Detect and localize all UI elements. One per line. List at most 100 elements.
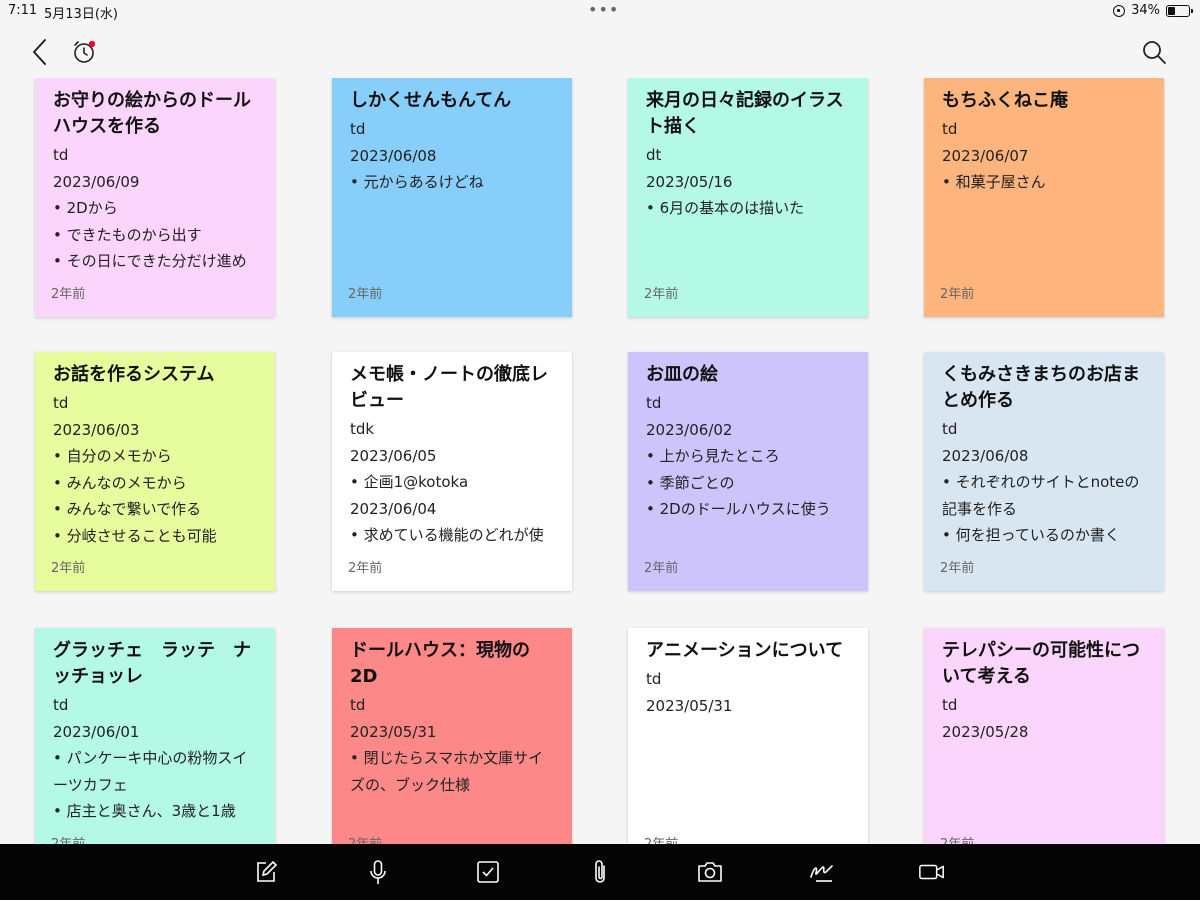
note-updated-ago: 2年前 [51, 287, 86, 302]
note-line: td [646, 670, 662, 688]
checklist-button[interactable] [474, 858, 502, 886]
note-updated-ago: 2年前 [940, 833, 974, 844]
handwriting-icon [810, 865, 833, 882]
notes-grid: お守りの絵からのドールハウスを作る td 2023/06/09 • 2Dから • できた… [0, 78, 1200, 844]
note-line: tdk [350, 420, 375, 438]
note-line: 2023/06/08 [942, 446, 1029, 465]
note-line: • みんなのメモから [53, 473, 187, 492]
note-line: • 求めている機能のどれが使 [350, 526, 544, 544]
status-time: 7:11 [8, 3, 38, 18]
note-card[interactable]: しかくせんもんてん td 2023/06/08 • 元からあるけどね 2年前 [332, 78, 572, 317]
note-line: 2023/05/28 [942, 722, 1029, 741]
note-line: td [350, 120, 366, 138]
note-line: • 分岐させることも可能 [53, 526, 217, 545]
reminder-button[interactable] [68, 36, 100, 68]
note-line: td [53, 696, 69, 714]
alarm-clock-icon [74, 40, 96, 63]
note-line: td [646, 394, 662, 412]
camera-icon [698, 862, 722, 882]
sketch-button[interactable] [808, 858, 836, 886]
note-line: 2023/06/01 [53, 722, 140, 741]
note-updated-ago: 2年前 [940, 287, 975, 302]
status-right: 34% [1113, 3, 1193, 18]
note-updated-ago: 2年前 [51, 833, 85, 844]
note-updated-ago: 2年前 [51, 561, 86, 576]
rotation-lock-icon [1113, 4, 1126, 17]
compose-icon [257, 860, 278, 882]
status-date: 5月13日(水) [44, 7, 118, 22]
note-line: • 閉じたらスマホか文庫サイ [350, 749, 544, 767]
note-line: • 季節ごとの [646, 473, 735, 492]
note-line: • それぞれのサイトとnoteの [942, 473, 1140, 491]
note-title: しかくせんもんてん [350, 90, 512, 111]
note-line: • パンケーキ中心の粉物スイ [53, 749, 248, 767]
attachment-button[interactable] [586, 858, 614, 886]
new-note-button[interactable] [252, 858, 280, 886]
note-card[interactable]: もちふくねこ庵 td 2023/06/07 • 和菓子屋さん 2年前 [924, 78, 1164, 317]
note-card[interactable]: お皿の絵 td 2023/06/02 • 上から見たところ • 季節ごとの • 2Dのドー… [628, 352, 868, 591]
note-title: アニメーションについて [646, 640, 844, 661]
note-line: • 店主と奥さん、3歳と1歳 [53, 802, 236, 820]
status-bar: 7:11 5月13日(水) ••• 34% [0, 0, 1200, 24]
microphone-icon [370, 860, 386, 884]
note-line: • できたものから出す [53, 225, 202, 244]
note-updated-ago: 2年前 [644, 561, 679, 576]
note-line: • 2Dから [53, 199, 118, 217]
note-card[interactable]: アニメーションについて td 2023/05/31 2年前 [628, 628, 868, 844]
note-card[interactable]: グラッチェ ラッテ ナッチョッレ td 2023/06/01 • パンケーキ中心の粉物… [35, 628, 275, 844]
multitasking-dots-icon[interactable]: ••• [588, 2, 619, 18]
note-line: td [53, 146, 69, 164]
bottom-toolbar [0, 844, 1200, 900]
note-line: 2023/05/16 [646, 172, 733, 191]
note-line: td [942, 420, 958, 438]
note-card[interactable]: テレパシーの可能性について考える td 2023/05/28 2年前 [924, 628, 1164, 844]
note-title: グラッチェ ラッテ ナッチョッレ [53, 640, 251, 687]
note-title: くもみさきまちのお店まとめ作る [942, 364, 1140, 411]
battery-percent: 34% [1131, 3, 1160, 18]
top-toolbar [0, 30, 1200, 74]
back-button[interactable] [24, 36, 56, 68]
note-title: テレパシーの可能性について考える [942, 640, 1140, 687]
note-line: td [350, 696, 366, 714]
video-icon [919, 864, 944, 880]
note-title: お皿の絵 [646, 364, 718, 385]
note-line: • 上から見たところ [646, 447, 780, 465]
note-card[interactable]: ドールハウス：現物の2D td 2023/05/31 • 閉じたらスマホか文庫サイ ズの… [332, 628, 572, 844]
note-updated-ago: 2年前 [348, 287, 383, 302]
note-line: ズの、ブック仕様 [350, 775, 471, 794]
battery-icon [1166, 4, 1193, 17]
note-line: 2023/06/05 [350, 446, 437, 465]
note-line: 2023/05/31 [646, 696, 733, 715]
note-line: • その日にできた分だけ進め [53, 252, 247, 270]
note-line: 2023/06/04 [350, 499, 437, 518]
note-card[interactable]: お守りの絵からのドールハウスを作る td 2023/06/09 • 2Dから • できた… [35, 78, 275, 317]
note-card[interactable]: メモ帳・ノートの徹底レビュー tdk 2023/06/05 • 企画1@kotoka 2… [332, 352, 572, 591]
note-card[interactable]: お話を作るシステム td 2023/06/03 • 自分のメモから • みんなのメモから… [35, 352, 275, 591]
note-card[interactable]: くもみさきまちのお店まとめ作る td 2023/06/08 • それぞれのサイトとno… [924, 352, 1164, 591]
note-line: td [53, 394, 69, 412]
audio-button[interactable] [364, 858, 392, 886]
search-icon [1143, 41, 1166, 64]
note-line: td [942, 120, 958, 138]
note-line: • 和菓子屋さん [942, 173, 1046, 191]
note-updated-ago: 2年前 [348, 561, 383, 576]
note-line: • 2Dのドールハウスに使う [646, 500, 831, 518]
camera-button[interactable] [696, 858, 724, 886]
note-line: dt [646, 146, 662, 164]
video-button[interactable] [918, 858, 946, 886]
note-title: もちふくねこ庵 [942, 90, 1068, 111]
note-line: • 何を担っているのか書く [942, 526, 1120, 544]
note-line: 2023/06/09 [53, 172, 140, 191]
note-title: お話を作るシステム [53, 364, 215, 385]
note-title: 来月の日々記録のイラスト描く [646, 90, 844, 137]
note-line: td [942, 696, 958, 714]
note-line: 2023/06/03 [53, 420, 140, 439]
note-card[interactable]: 来月の日々記録のイラスト描く dt 2023/05/16 • 6月の基本のは描いた 2年… [628, 78, 868, 317]
note-updated-ago: 2年前 [644, 833, 678, 844]
note-updated-ago: 2年前 [348, 833, 382, 844]
search-button[interactable] [1138, 36, 1170, 68]
note-line: • 6月の基本のは描いた [646, 199, 805, 217]
note-line: • みんなで繋いで作る [53, 500, 202, 518]
note-line: ーツカフェ [53, 775, 128, 794]
note-updated-ago: 2年前 [644, 287, 679, 302]
